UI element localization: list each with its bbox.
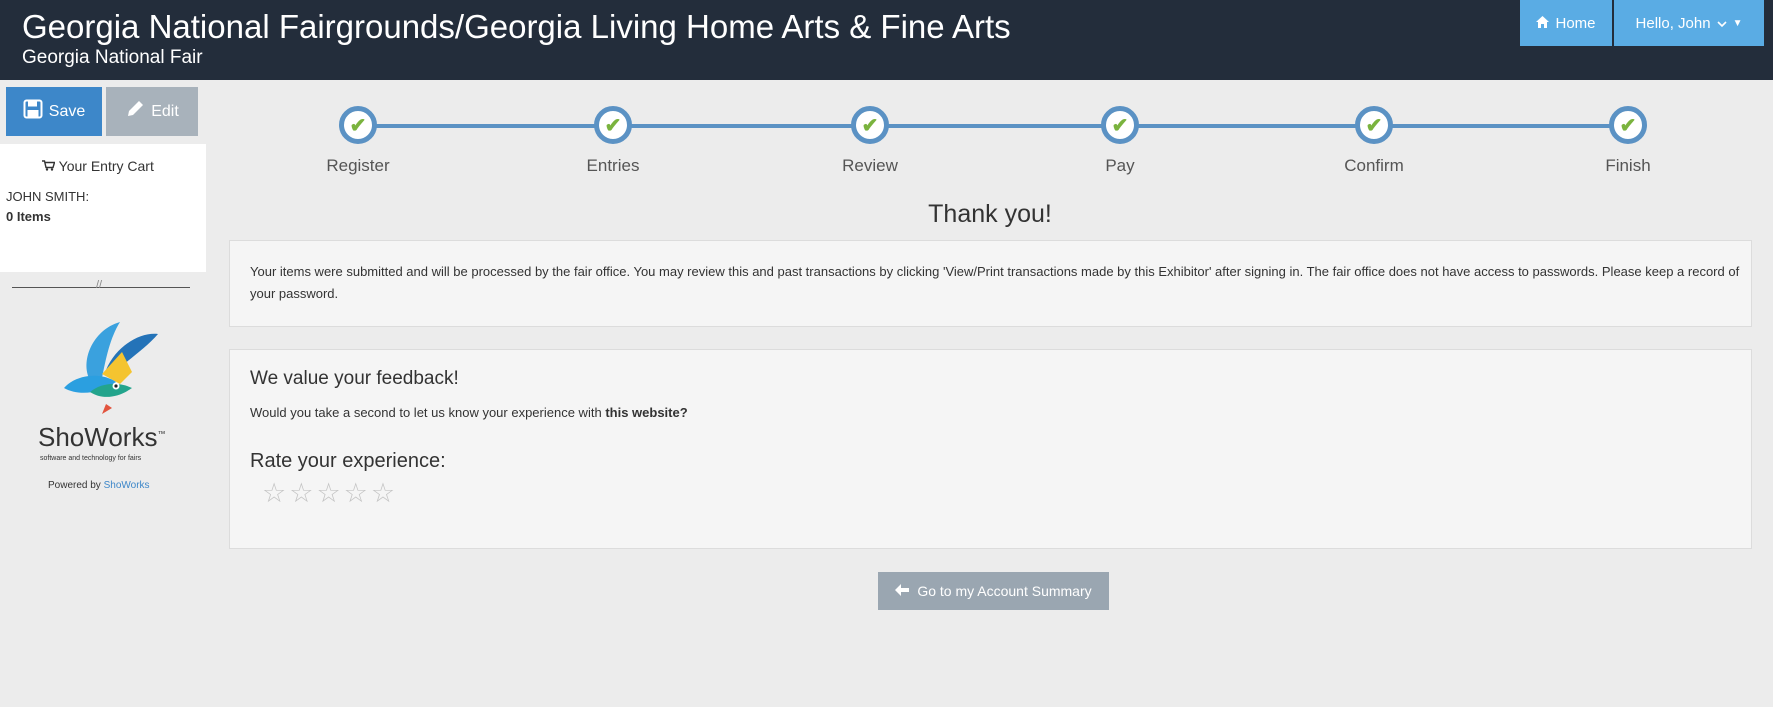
step-confirm-check-icon: ✔ xyxy=(1355,106,1393,144)
step-entries-check-icon: ✔ xyxy=(594,106,632,144)
step-review-label: Review xyxy=(842,156,898,175)
cart-title-label: Your Entry Cart xyxy=(58,158,154,174)
step-review-check-icon: ✔ xyxy=(851,106,889,144)
feedback-question-text: Would you take a second to let us know y… xyxy=(250,405,602,420)
feedback-heading: We value your feedback! xyxy=(250,368,459,389)
showorks-brand: ShoWorks™ xyxy=(38,422,165,453)
submission-notice-text: Your items were submitted and will be pr… xyxy=(250,264,1740,301)
step-confirm-label: Confirm xyxy=(1344,156,1404,175)
user-menu-button[interactable]: Hello, John ▼ xyxy=(1614,0,1764,46)
star-icon[interactable]: ☆ xyxy=(371,480,395,507)
step-pay-label: Pay xyxy=(1105,156,1135,175)
home-label: Home xyxy=(1555,14,1596,32)
star-icon[interactable]: ☆ xyxy=(344,480,368,507)
chevron-down-icon xyxy=(1716,15,1727,32)
showorks-logo-icon xyxy=(62,322,162,422)
progress-track xyxy=(358,124,1628,128)
brand-tagline: software and technology for fairs xyxy=(40,455,142,462)
brand-name: ShoWorks xyxy=(38,422,158,452)
user-label: Hello, John xyxy=(1635,14,1711,32)
arrow-left-icon xyxy=(895,583,910,599)
submission-notice-panel: Your items were submitted and will be pr… xyxy=(229,240,1752,327)
feedback-question: Would you take a second to let us know y… xyxy=(250,405,688,420)
star-icon[interactable]: ☆ xyxy=(289,480,313,507)
cart-item-count: 0 Items xyxy=(6,209,51,224)
star-icon[interactable]: ☆ xyxy=(262,480,286,507)
page-subtitle: Georgia National Fair xyxy=(22,47,203,68)
top-header: Georgia National Fairgrounds/Georgia Liv… xyxy=(0,0,1773,80)
step-finish-label: Finish xyxy=(1605,156,1651,175)
star-rating[interactable]: ☆ ☆ ☆ ☆ ☆ xyxy=(262,480,395,507)
step-entries-label: Entries xyxy=(586,156,640,175)
powered-by: Powered by ShoWorks xyxy=(48,480,150,491)
star-icon[interactable]: ☆ xyxy=(316,480,340,507)
brand-trademark: ™ xyxy=(157,429,166,439)
rate-experience-label: Rate your experience: xyxy=(250,450,446,472)
entry-cart-panel: Your Entry Cart JOHN SMITH: 0 Items xyxy=(0,144,206,272)
showorks-link[interactable]: ShoWorks xyxy=(104,480,150,491)
home-button[interactable]: Home xyxy=(1520,0,1612,46)
save-button[interactable]: Save xyxy=(6,87,102,136)
step-register-check-icon: ✔ xyxy=(339,106,377,144)
divider-grip-icon: // xyxy=(96,279,103,291)
cart-title[interactable]: Your Entry Cart xyxy=(42,158,154,174)
pencil-icon xyxy=(125,99,145,124)
floppy-disk-icon xyxy=(23,99,43,124)
step-pay-check-icon: ✔ xyxy=(1101,106,1139,144)
caret-icon: ▼ xyxy=(1732,17,1743,29)
powered-by-prefix: Powered by xyxy=(48,480,101,491)
page-title: Georgia National Fairgrounds/Georgia Liv… xyxy=(22,8,1011,45)
cart-icon xyxy=(42,158,59,174)
thank-you-heading: Thank you! xyxy=(928,200,1052,228)
edit-label: Edit xyxy=(151,102,179,120)
account-summary-button[interactable]: Go to my Account Summary xyxy=(878,572,1109,610)
edit-button[interactable]: Edit xyxy=(106,87,198,136)
feedback-question-target: this website? xyxy=(605,405,688,420)
home-icon xyxy=(1536,15,1550,32)
exhibitor-name: JOHN SMITH: xyxy=(6,189,90,204)
save-label: Save xyxy=(48,102,86,120)
feedback-panel: We value your feedback! Would you take a… xyxy=(229,349,1752,549)
account-summary-label: Go to my Account Summary xyxy=(917,583,1092,599)
step-finish-check-icon: ✔ xyxy=(1609,106,1647,144)
step-register-label: Register xyxy=(326,156,390,175)
